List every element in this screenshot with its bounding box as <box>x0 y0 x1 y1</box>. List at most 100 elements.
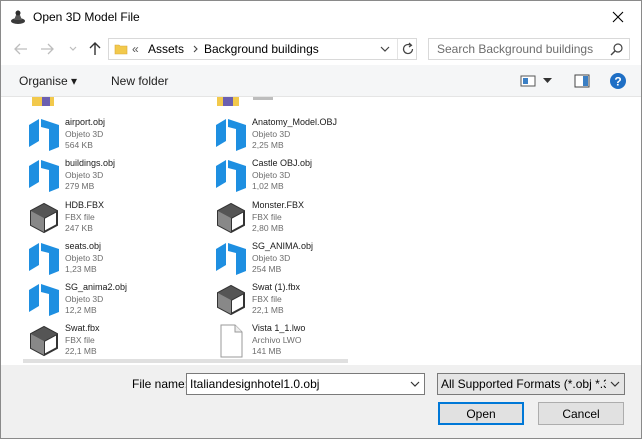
arrow-left-icon <box>14 43 27 55</box>
file-item-monster[interactable]: Monster.FBX FBX file 2,80 MB <box>214 200 394 240</box>
file-size: 279 MB <box>65 181 95 191</box>
file-size: 12,2 MB <box>65 305 97 315</box>
file-item-airport[interactable]: airport.obj Objeto 3D 564 KB <box>27 117 207 157</box>
file-type-value: All Supported Formats (*.obj *.3 <box>441 377 610 391</box>
file-name: Swat (1).fbx <box>252 282 301 292</box>
close-icon <box>612 11 624 23</box>
navigation-bar: « Assets Background buildings Search Bac… <box>1 33 641 65</box>
file-item-sg-anima2[interactable]: SG_anima2.obj Objeto 3D 12,2 MB <box>27 282 207 322</box>
file-type-dropdown-button[interactable] <box>606 374 624 394</box>
recent-locations-button[interactable] <box>65 41 81 57</box>
truncated-label <box>253 97 273 100</box>
file-name-value[interactable]: Italiandesignhotel1.0.obj <box>190 377 319 391</box>
chevron-right-icon <box>193 45 198 53</box>
file-size: 2,25 MB <box>252 140 284 150</box>
file-type: FBX file <box>65 335 95 345</box>
app-icon <box>11 10 25 24</box>
help-icon[interactable]: ? <box>609 72 627 90</box>
file-name: SG_anima2.obj <box>65 282 128 292</box>
file-name: SG_ANIMA.obj <box>252 241 314 251</box>
preview-pane-icon[interactable] <box>574 74 590 88</box>
fbx-file-icon <box>217 284 245 316</box>
file-size: 22,1 MB <box>65 346 97 356</box>
breadcrumb-overflow[interactable]: « <box>132 42 139 56</box>
obj-file-icon <box>29 243 59 275</box>
file-item-swat[interactable]: Swat.fbx FBX file 22,1 MB <box>27 323 207 363</box>
file-name: Swat.fbx <box>65 323 100 333</box>
folder-icon[interactable] <box>217 97 239 107</box>
obj-file-icon <box>29 160 59 192</box>
file-size: 141 MB <box>252 346 282 356</box>
folder-icon[interactable] <box>32 97 54 107</box>
search-box[interactable]: Search Background buildings <box>428 38 630 60</box>
open-button[interactable]: Open <box>438 402 524 425</box>
file-list[interactable]: airport.obj Objeto 3D 564 KB Anatomy_Mod… <box>1 97 641 365</box>
file-name: seats.obj <box>65 241 102 251</box>
file-type: FBX file <box>252 212 282 222</box>
file-type: Objeto 3D <box>65 253 104 263</box>
arrow-right-icon <box>41 43 54 55</box>
title-bar: Open 3D Model File <box>1 1 641 33</box>
svg-text:?: ? <box>614 75 621 89</box>
file-type: Objeto 3D <box>252 170 291 180</box>
horizontal-scrollbar[interactable] <box>23 359 348 363</box>
breadcrumb-assets[interactable]: Assets <box>148 42 184 56</box>
file-size: 2,80 MB <box>252 223 284 233</box>
up-button[interactable] <box>87 41 103 57</box>
blank-file-icon <box>220 324 243 358</box>
address-bar[interactable]: « Assets Background buildings <box>108 38 417 60</box>
close-button[interactable] <box>595 1 641 33</box>
chevron-down-icon <box>610 381 620 387</box>
refresh-icon[interactable] <box>400 41 416 57</box>
file-name: Vista 1_1.lwo <box>252 323 306 333</box>
file-type: Archivo LWO <box>252 335 302 345</box>
file-item-castle-obj[interactable]: Castle OBJ.obj Objeto 3D 1,02 MB <box>214 158 394 198</box>
obj-file-icon <box>216 160 246 192</box>
file-name: Monster.FBX <box>252 200 305 210</box>
file-size: 254 MB <box>252 264 282 274</box>
address-history-dropdown-icon[interactable] <box>379 42 391 56</box>
organise-menu[interactable]: Organise ▾ <box>19 74 77 88</box>
file-size: 1,23 MB <box>65 264 97 274</box>
file-item-swat-1[interactable]: Swat (1).fbx FBX file 22,1 MB <box>214 282 394 322</box>
cancel-button[interactable]: Cancel <box>538 402 624 425</box>
command-bar: Organise ▾ New folder ? <box>1 65 641 97</box>
view-options-icon[interactable] <box>520 74 536 88</box>
file-name: buildings.obj <box>65 158 116 168</box>
file-type: Objeto 3D <box>65 170 104 180</box>
new-folder-button[interactable]: New folder <box>111 74 168 88</box>
fbx-file-icon <box>30 325 58 357</box>
file-size: 22,1 MB <box>252 305 284 315</box>
search-input[interactable]: Search Background buildings <box>437 42 593 56</box>
breadcrumb-background-buildings[interactable]: Background buildings <box>204 42 319 56</box>
file-item-buildings[interactable]: buildings.obj Objeto 3D 279 MB <box>27 158 207 198</box>
file-type: Objeto 3D <box>252 253 291 263</box>
file-item-seats[interactable]: seats.obj Objeto 3D 1,23 MB <box>27 241 207 281</box>
file-type: FBX file <box>252 294 282 304</box>
fbx-file-icon <box>217 202 245 234</box>
file-type: Objeto 3D <box>65 294 104 304</box>
file-size: 1,02 MB <box>252 181 284 191</box>
obj-file-icon <box>29 284 59 316</box>
obj-file-icon <box>216 243 246 275</box>
file-type: Objeto 3D <box>252 129 291 139</box>
forward-button[interactable] <box>39 41 55 57</box>
divider <box>397 39 398 59</box>
file-type-select[interactable]: All Supported Formats (*.obj *.3 <box>437 373 625 395</box>
file-type: FBX file <box>65 212 95 222</box>
view-dropdown-icon[interactable] <box>543 78 552 84</box>
file-item-sg-anima[interactable]: SG_ANIMA.obj Objeto 3D 254 MB <box>214 241 394 281</box>
file-item-anatomy-model[interactable]: Anatomy_Model.OBJ Objeto 3D 2,25 MB <box>214 117 394 157</box>
window-title: Open 3D Model File <box>33 10 140 24</box>
dialog-footer: File name: Italiandesignhotel1.0.obj All… <box>1 365 641 438</box>
file-item-hdb[interactable]: HDB.FBX FBX file 247 KB <box>27 200 207 240</box>
chevron-down-icon[interactable] <box>409 378 421 390</box>
open-file-dialog: Open 3D Model File « Assets Background b… <box>0 0 642 439</box>
file-type: Objeto 3D <box>65 129 104 139</box>
file-size: 247 KB <box>65 223 93 233</box>
file-size: 564 KB <box>65 140 93 150</box>
file-item-vista[interactable]: Vista 1_1.lwo Archivo LWO 141 MB <box>214 323 394 363</box>
back-button[interactable] <box>13 41 29 57</box>
file-name-input[interactable]: Italiandesignhotel1.0.obj <box>186 373 425 395</box>
search-icon <box>610 43 623 56</box>
